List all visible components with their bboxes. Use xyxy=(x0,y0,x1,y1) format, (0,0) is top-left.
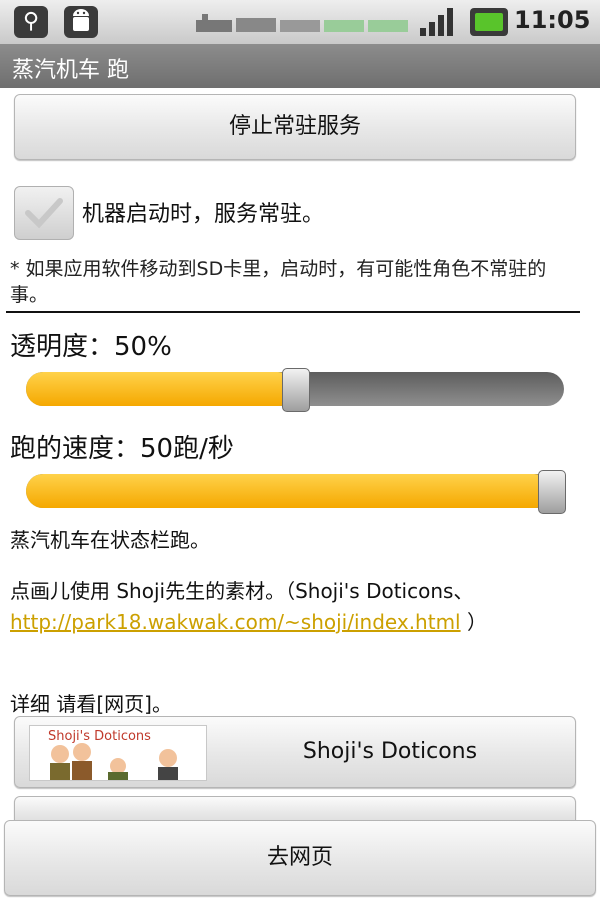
checkmark-icon xyxy=(25,198,63,229)
autostart-checkbox[interactable] xyxy=(14,186,74,240)
go-web-button[interactable]: 去网页 xyxy=(4,820,596,896)
speed-slider[interactable] xyxy=(26,470,566,514)
speed-slider-fill xyxy=(26,474,551,508)
battery-icon xyxy=(470,8,508,36)
stop-service-button[interactable]: 停止常驻服务 xyxy=(14,94,576,160)
shoji-doticons-button[interactable]: Shoji's Doticons Shoji's Doticons xyxy=(14,716,576,788)
divider xyxy=(6,311,580,313)
opacity-label: 透明度：50% xyxy=(10,332,172,362)
app-title: 蒸汽机车 跑 xyxy=(12,58,129,83)
signal-icon xyxy=(420,8,453,36)
title-bar: 蒸汽机车 跑 xyxy=(0,44,600,88)
opacity-slider-thumb[interactable] xyxy=(282,368,310,412)
detail-text: 详细 请看[网页]。 xyxy=(10,692,172,716)
status-bar: ⚲ 11:05 xyxy=(0,0,600,44)
usb-icon: ⚲ xyxy=(14,6,48,38)
opacity-slider-fill xyxy=(26,372,295,406)
shoji-doticons-label: Shoji's Doticons xyxy=(302,739,478,764)
speed-slider-thumb[interactable] xyxy=(538,470,566,514)
speed-label: 跑的速度：50跑/秒 xyxy=(10,434,234,464)
doticons-banner-caption: Shoji's Doticons xyxy=(48,729,151,744)
opacity-slider[interactable] xyxy=(26,368,564,412)
shoji-link[interactable]: http://park18.wakwak.com/~shoji/index.ht… xyxy=(10,610,461,634)
android-icon xyxy=(64,6,98,38)
autostart-label: 机器启动时，服务常驻。 xyxy=(82,202,325,227)
credits-prefix: 点画儿使用 Shoji先生的素材。（Shoji's Doticons、 xyxy=(10,579,474,603)
clock: 11:05 xyxy=(514,6,591,34)
statusbar-run-info: 蒸汽机车在状态栏跑。 xyxy=(10,528,210,552)
credits-text: 点画儿使用 Shoji先生的素材。（Shoji's Doticons、 http… xyxy=(10,576,580,638)
doticons-banner-image: Shoji's Doticons xyxy=(29,725,207,781)
train-icon xyxy=(196,14,408,32)
credits-suffix: ） xyxy=(466,610,487,634)
move-sd-note: * 如果应用软件移动到SD卡里，启动时，有可能性角色不常驻的事。 xyxy=(10,258,547,306)
